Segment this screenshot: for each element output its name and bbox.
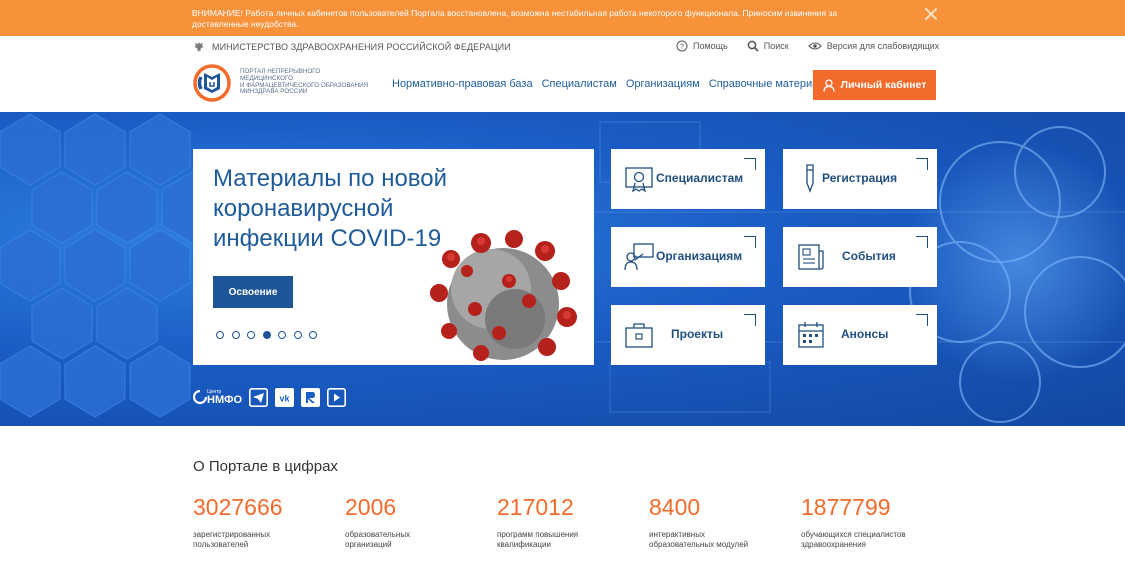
svg-text:?: ? <box>680 42 684 51</box>
stat-block: 3027666 зарегистрированных пользователей <box>193 494 333 549</box>
nmfo-name: НМФО <box>207 393 243 406</box>
tile-projects[interactable]: Проекты <box>611 305 765 365</box>
nmfo-label: Центр НМФО <box>207 389 243 406</box>
stat-value: 2006 <box>345 494 397 520</box>
corner-arrow-icon <box>916 236 928 248</box>
slider-dot[interactable] <box>247 331 255 339</box>
nav-item-legal[interactable]: Нормативно-правовая база <box>392 78 533 90</box>
slider-dot[interactable] <box>278 331 286 339</box>
stat-block: 2006 образовательных организаций <box>345 494 485 549</box>
tile-label: Организациям <box>656 249 743 263</box>
eye-icon <box>807 42 822 50</box>
stats-title: О Портале в цифрах <box>193 458 338 475</box>
tile-announcements[interactable]: Анонсы <box>783 305 937 365</box>
slider-dots <box>216 331 325 339</box>
stat-label: образовательных организаций <box>345 530 411 549</box>
slider-dot[interactable] <box>309 331 317 339</box>
close-icon[interactable] <box>924 7 938 21</box>
tile-organizations[interactable]: Организациям <box>611 227 765 287</box>
telegram-link[interactable] <box>249 387 269 407</box>
rutube-link[interactable] <box>301 387 321 407</box>
svg-text:vk: vk <box>280 393 291 403</box>
certificate-icon <box>625 167 653 193</box>
vk-link[interactable]: vk <box>275 387 295 407</box>
social-links: Центр НМФО vk <box>193 387 353 407</box>
portal-logo-icon[interactable] <box>192 63 232 103</box>
user-icon <box>822 78 835 92</box>
stat-label: интерактивных образовательных модулей <box>649 530 749 549</box>
nav-item-organizations[interactable]: Организациям <box>626 78 700 90</box>
corner-arrow-icon <box>744 314 756 326</box>
stat-block: 1877799 обучающихся специалистов здравоо… <box>801 494 941 549</box>
calendar-icon <box>798 322 824 348</box>
question-icon: ? <box>676 40 688 52</box>
portal-name[interactable]: ПОРТАЛ НЕПРЕРЫВНОГО МЕДИЦИНСКОГО И ФАРМА… <box>240 68 390 96</box>
coat-of-arms-icon <box>194 42 204 52</box>
stat-value: 8400 <box>649 494 701 520</box>
stat-value: 1877799 <box>801 494 891 520</box>
slider-dot[interactable] <box>216 331 224 339</box>
alert-text: ВНИМАНИЕ! Работа личных кабинетов пользо… <box>192 8 838 29</box>
telegram-icon <box>249 387 269 407</box>
nmfo-logo-icon <box>193 390 207 404</box>
main-nav: Нормативно-правовая база Специалистам Ор… <box>392 78 842 90</box>
youtube-icon <box>327 387 347 407</box>
corner-arrow-icon <box>744 236 756 248</box>
nmfo-center-link[interactable]: Центр НМФО <box>193 389 243 406</box>
stat-label: программ повышения квалификации <box>497 530 579 549</box>
nav-item-specialists[interactable]: Специалистам <box>542 78 617 90</box>
site-header: ПОРТАЛ НЕПРЕРЫВНОГО МЕДИЦИНСКОГО И ФАРМА… <box>0 58 1125 112</box>
briefcase-icon <box>625 323 653 348</box>
rutube-icon <box>301 387 321 407</box>
stat-block: 217012 программ повышения квалификации <box>497 494 637 549</box>
slider-dot-active[interactable] <box>262 331 271 339</box>
virus-illustration <box>430 230 577 361</box>
promo-slide[interactable]: Материалы по новой коронавирусной инфекц… <box>193 149 594 365</box>
tile-label: Анонсы <box>841 327 889 341</box>
search-icon <box>747 40 759 52</box>
tile-label: Проекты <box>671 327 724 341</box>
stat-block: 8400 интерактивных образовательных модул… <box>649 494 789 549</box>
help-label: Помощь <box>693 41 728 51</box>
tile-specialists[interactable]: Специалистам <box>611 149 765 209</box>
vk-icon: vk <box>275 387 295 407</box>
newspaper-icon <box>798 244 824 270</box>
stat-value: 3027666 <box>193 494 283 520</box>
tile-label: Специалистам <box>656 171 744 185</box>
corner-arrow-icon <box>916 158 928 170</box>
corner-arrow-icon <box>916 314 928 326</box>
accessibility-link[interactable]: Версия для слабовидящих <box>807 41 940 51</box>
stat-label: обучающихся специалистов здравоохранения <box>801 530 906 549</box>
lecturer-icon <box>624 243 654 271</box>
personal-cabinet-label: Личный кабинет <box>840 79 927 91</box>
hero-section: Материалы по новой коронавирусной инфекц… <box>0 112 1125 426</box>
top-bar: МИНИСТЕРСТВО ЗДРАВООХРАНЕНИЯ РОССИЙСКОЙ … <box>0 36 1125 58</box>
tile-label: Регистрация <box>822 171 898 185</box>
slider-dot[interactable] <box>293 331 302 339</box>
help-link[interactable]: ? Помощь <box>676 40 728 52</box>
youtube-link[interactable] <box>327 387 347 407</box>
stat-value: 217012 <box>497 494 574 520</box>
search-link[interactable]: Поиск <box>747 40 789 52</box>
slider-dot[interactable] <box>231 331 240 339</box>
portal-name-line: МИНЗДРАВА РОССИИ <box>240 88 308 96</box>
ministry-name: МИНИСТЕРСТВО ЗДРАВООХРАНЕНИЯ РОССИЙСКОЙ … <box>212 42 511 52</box>
personal-cabinet-button[interactable]: Личный кабинет <box>813 70 936 100</box>
slide-action-button[interactable]: Освоение <box>213 276 293 308</box>
search-label: Поиск <box>763 41 789 51</box>
ministry-link[interactable]: МИНИСТЕРСТВО ЗДРАВООХРАНЕНИЯ РОССИЙСКОЙ … <box>193 40 511 54</box>
tile-registration[interactable]: Регистрация <box>783 149 937 209</box>
tile-label: События <box>842 249 896 263</box>
accessibility-label: Версия для слабовидящих <box>826 41 940 51</box>
stat-label: зарегистрированных пользователей <box>193 530 271 549</box>
tile-events[interactable]: События <box>783 227 937 287</box>
alert-banner: ВНИМАНИЕ! Работа личных кабинетов пользо… <box>0 0 1125 36</box>
corner-arrow-icon <box>744 158 756 170</box>
